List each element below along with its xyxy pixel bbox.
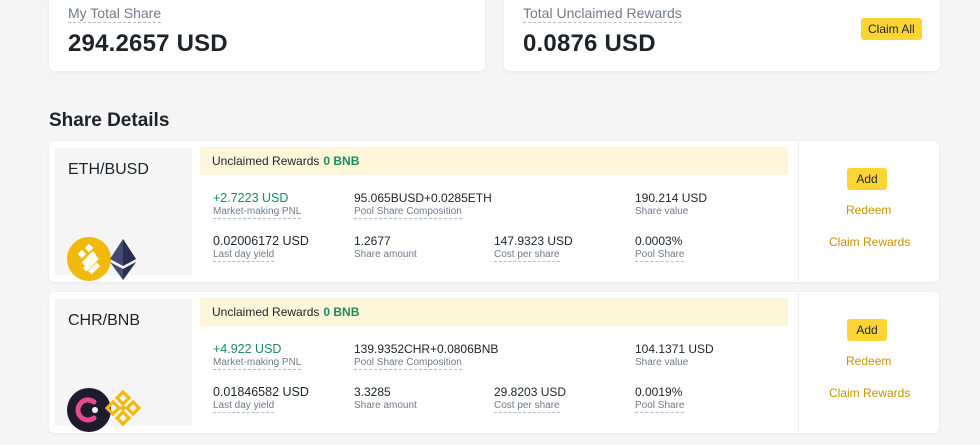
share-amount-value: 1.2677: [354, 234, 391, 248]
share-amount-label: Share amount: [354, 400, 417, 411]
unclaimed-rewards-label: Total Unclaimed Rewards: [523, 5, 682, 23]
unclaimed-rewards-value: 0.0876 USD: [523, 30, 656, 57]
total-share-label: My Total Share: [68, 5, 162, 23]
pool-name: ETH/BUSD: [68, 161, 149, 178]
share-value: 104.1371 USD: [635, 342, 714, 356]
pool-header: CHR/BNB: [55, 299, 192, 432]
composition-label[interactable]: Pool Share Composition: [354, 206, 462, 219]
composition-value: 95.065BUSD+0.0285ETH: [354, 191, 492, 205]
share-value-label: Share value: [635, 357, 689, 368]
add-button[interactable]: Add: [847, 319, 887, 341]
redeem-button[interactable]: Redeem: [846, 354, 891, 368]
share-value-label: Share value: [635, 206, 689, 217]
share-amount-value: 3.3285: [354, 385, 391, 399]
pool-share-label[interactable]: Pool Share: [635, 400, 685, 413]
eth-icon: [110, 239, 136, 280]
unclaimed-rewards-card: Total Unclaimed Rewards 0.0876 USD Claim…: [504, 0, 940, 71]
yield-value: 0.02006172 USD: [213, 234, 309, 248]
section-title: Share Details: [49, 110, 170, 131]
cost-per-share-label[interactable]: Cost per share: [494, 400, 560, 413]
cost-per-share-value: 147.9323 USD: [494, 234, 573, 248]
unclaimed-rewards-banner: Unclaimed Rewards 0 BNB: [200, 147, 788, 175]
pool-share-value: 0.0003%: [635, 234, 683, 248]
total-share-card: My Total Share 294.2657 USD: [49, 0, 485, 71]
redeem-button[interactable]: Redeem: [846, 203, 891, 217]
cost-per-share-value: 29.8203 USD: [494, 385, 567, 399]
composition-value: 139.9352CHR+0.0806BNB: [354, 342, 499, 356]
claim-all-button[interactable]: Claim All: [861, 18, 922, 40]
unclaimed-rewards-banner: Unclaimed Rewards 0 BNB: [200, 298, 788, 326]
pool-card-eth-busd: ETH/BUSD Unclaimed Rewards 0 BNB +2.7223 …: [49, 141, 939, 282]
unclaimed-rewards-value: 0 BNB: [323, 154, 360, 168]
pool-name: CHR/BNB: [68, 312, 141, 329]
composition-label[interactable]: Pool Share Composition: [354, 357, 462, 370]
total-share-value: 294.2657 USD: [68, 30, 228, 57]
unclaimed-rewards-label: Unclaimed Rewards: [212, 154, 320, 168]
pnl-label[interactable]: Market-making PNL: [213, 206, 302, 219]
pool-share-value: 0.0019%: [635, 385, 683, 399]
unclaimed-rewards-value: 0 BNB: [323, 305, 360, 319]
pnl-value: +4.922 USD: [213, 342, 282, 356]
claim-rewards-button[interactable]: Claim Rewards: [829, 386, 910, 400]
pool-header: ETH/BUSD: [55, 148, 192, 281]
pool-share-label[interactable]: Pool Share: [635, 249, 685, 262]
busd-icon: [67, 237, 111, 281]
cost-per-share-label[interactable]: Cost per share: [494, 249, 560, 262]
share-amount-label: Share amount: [354, 249, 417, 260]
pnl-value: +2.7223 USD: [213, 191, 289, 205]
yield-value: 0.01846582 USD: [213, 385, 309, 399]
bnb-icon: [105, 389, 141, 427]
claim-rewards-button[interactable]: Claim Rewards: [829, 235, 910, 249]
divider: [798, 142, 799, 281]
share-value: 190.214 USD: [635, 191, 708, 205]
pool-card-chr-bnb: CHR/BNB Unclaimed Rewards 0 BNB +4.922 US…: [49, 292, 939, 433]
yield-label[interactable]: Last day yield: [213, 400, 275, 413]
divider: [798, 293, 799, 432]
unclaimed-rewards-label: Unclaimed Rewards: [212, 305, 320, 319]
add-button[interactable]: Add: [847, 168, 887, 190]
pnl-label[interactable]: Market-making PNL: [213, 357, 302, 370]
yield-label[interactable]: Last day yield: [213, 249, 275, 262]
